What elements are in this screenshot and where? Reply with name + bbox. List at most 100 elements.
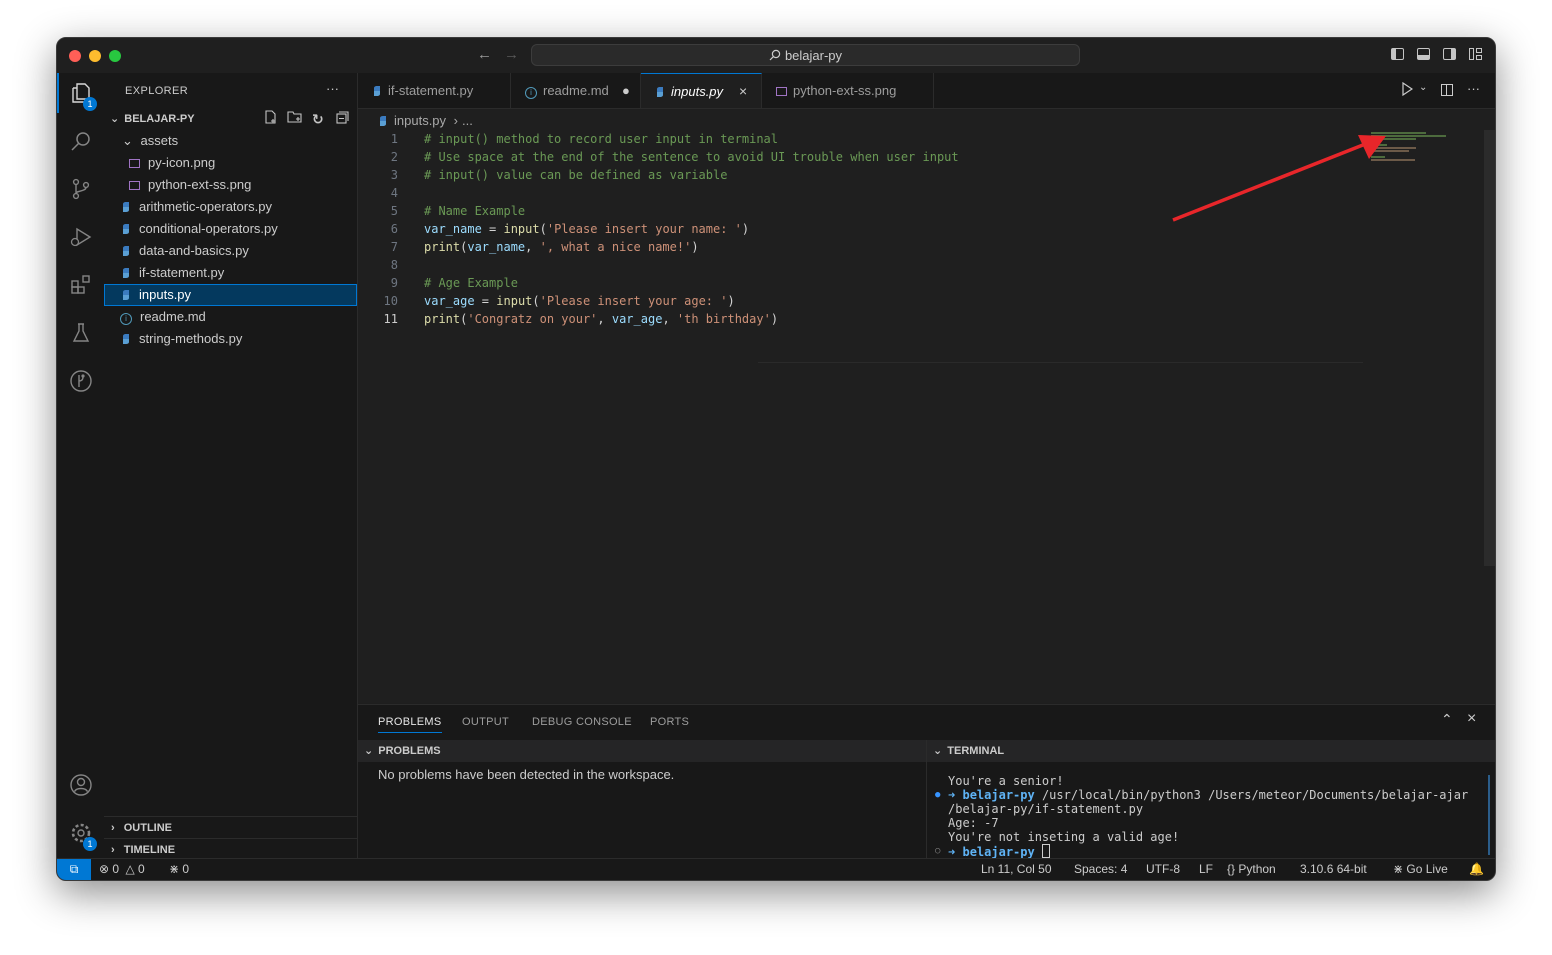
indentation[interactable]: Spaces: 4 — [1074, 859, 1127, 880]
collapse-all-icon[interactable] — [336, 108, 349, 130]
tab-readme[interactable]: i readme.md ● — [511, 73, 641, 108]
go-live-button[interactable]: ⋇ Go Live — [1393, 859, 1448, 880]
tree-item-data-and-basics[interactable]: data-and-basics.py — [104, 240, 357, 262]
tree-item-string-methods[interactable]: string-methods.py — [104, 328, 357, 350]
editor-scrollbar[interactable] — [1484, 130, 1495, 566]
encoding[interactable]: UTF-8 — [1146, 859, 1180, 880]
command-success-dot-icon[interactable]: ● — [935, 788, 940, 802]
tree-item-readme[interactable]: i readme.md — [104, 306, 357, 328]
tree-item-python-ext-ss-png[interactable]: python-ext-ss.png — [104, 174, 357, 196]
timeline-label: TIMELINE — [123, 844, 176, 856]
problems-header[interactable]: ⌄ PROBLEMS — [358, 740, 926, 762]
terminal-output[interactable]: You're a senior! ● ➜ belajar-py /usr/local… — [935, 774, 1469, 859]
breadcrumb-file[interactable]: inputs.py — [394, 113, 446, 128]
refresh-icon[interactable]: ↻ — [312, 108, 324, 130]
code-editor[interactable]: inputs.py ›... 1 # input() method to reco… — [358, 109, 1495, 703]
panel-tab-problems[interactable]: PROBLEMS — [378, 716, 442, 733]
panel-tab-output[interactable]: OUTPUT — [462, 716, 509, 728]
extensions-icon[interactable] — [57, 265, 104, 305]
terminal-header-label: TERMINAL — [947, 745, 1005, 757]
terminal-text: /usr/local/bin/python3 /Users/meteor/Doc… — [1034, 788, 1469, 802]
tree-item-arithmetic-operators[interactable]: arithmetic-operators.py — [104, 196, 357, 218]
back-arrow-icon[interactable]: ← — [477, 46, 492, 63]
end-of-line[interactable]: LF — [1199, 859, 1213, 880]
chevron-right-icon: › — [111, 844, 115, 856]
search-icon[interactable] — [57, 121, 104, 161]
tab-python-ext-ss[interactable]: python-ext-ss.png — [762, 73, 934, 108]
remote-indicator-icon[interactable]: ⧉ — [57, 859, 91, 880]
image-file-icon — [129, 159, 140, 168]
new-file-icon[interactable] — [263, 108, 277, 130]
maximize-window-button[interactable] — [109, 50, 121, 62]
python-interpreter[interactable]: 3.10.6 64-bit — [1300, 859, 1367, 880]
cursor-position[interactable]: Ln 11, Col 50 — [981, 859, 1052, 880]
current-line-highlight — [758, 362, 1363, 363]
problems-status[interactable]: ⊗ 0 △ 0 — [99, 859, 145, 880]
terminal-header[interactable]: ⌄ TERMINAL — [927, 740, 1495, 762]
python-file-icon — [123, 246, 129, 256]
python-file-icon — [123, 290, 129, 300]
explorer-icon[interactable]: 1 — [57, 73, 104, 113]
run-debug-icon[interactable] — [57, 217, 104, 257]
breadcrumb-symbol[interactable]: ... — [462, 113, 473, 128]
language-mode[interactable]: {} Python — [1227, 859, 1276, 880]
ports-status[interactable]: ⋇ 0 — [169, 859, 189, 880]
problems-message: No problems have been detected in the wo… — [378, 767, 675, 782]
unsaved-dot-icon[interactable]: ● — [622, 73, 630, 108]
tab-if-statement[interactable]: if-statement.py — [358, 73, 511, 108]
chevron-down-icon: ⌄ — [110, 113, 120, 125]
source-control-icon[interactable] — [57, 169, 104, 209]
tree-item-conditional-operators[interactable]: conditional-operators.py — [104, 218, 357, 240]
project-section-header[interactable]: ⌄ BELAJAR-PY ↻ — [104, 108, 357, 130]
git-graph-icon[interactable] — [57, 361, 104, 401]
command-pending-dot-icon[interactable]: ○ — [935, 844, 940, 858]
customize-layout-icon[interactable] — [1469, 48, 1482, 60]
terminal-text: Age: -7 — [948, 816, 999, 830]
explorer-more-actions-icon[interactable]: ··· — [326, 81, 339, 96]
tree-item-label: py-icon.png — [148, 155, 216, 170]
toggle-panel-icon[interactable] — [1417, 48, 1430, 60]
terminal-line: ○ ➜ belajar-py — [935, 844, 1468, 859]
tree-item-label: data-and-basics.py — [139, 243, 249, 258]
tree-item-inputs[interactable]: inputs.py — [104, 284, 357, 306]
close-window-button[interactable] — [69, 50, 81, 62]
toggle-primary-sidebar-icon[interactable] — [1391, 48, 1404, 60]
maximize-panel-chevron-up-icon[interactable]: ⌃ — [1441, 711, 1453, 728]
notifications-bell-icon[interactable]: 🔔 — [1469, 859, 1484, 880]
panel-tab-debug-console[interactable]: DEBUG CONSOLE — [532, 716, 632, 728]
new-folder-icon[interactable] — [287, 108, 303, 130]
run-options-chevron-icon[interactable]: ⌄ — [1419, 82, 1427, 93]
tree-item-label: conditional-operators.py — [139, 221, 278, 236]
tree-item-assets[interactable]: ⌄ assets — [104, 130, 357, 152]
python-file-icon — [380, 116, 386, 126]
outline-section-header[interactable]: › OUTLINE — [104, 816, 357, 839]
tree-item-py-icon-png[interactable]: py-icon.png — [104, 152, 357, 174]
error-count: 0 — [112, 862, 120, 876]
info-icon: i — [525, 87, 537, 99]
line-number: 1 — [390, 132, 398, 146]
annotation-arrow — [1172, 135, 1386, 222]
close-tab-icon[interactable]: × — [739, 74, 747, 109]
manage-gear-icon[interactable]: 1 — [57, 813, 104, 853]
run-python-file-icon[interactable] — [1401, 81, 1414, 101]
forward-arrow-icon[interactable]: → — [504, 46, 519, 63]
panel-tab-ports[interactable]: PORTS — [650, 716, 689, 728]
tree-item-if-statement[interactable]: if-statement.py — [104, 262, 357, 284]
split-editor-icon[interactable] — [1441, 84, 1453, 96]
explorer-badge: 1 — [83, 97, 97, 111]
tab-inputs[interactable]: inputs.py × — [641, 73, 762, 108]
terminal-cursor — [1041, 844, 1050, 858]
accounts-icon[interactable] — [57, 765, 104, 805]
command-center-search[interactable]: belajar-py — [531, 44, 1080, 66]
minimize-window-button[interactable] — [89, 50, 101, 62]
ports-count: 0 — [182, 862, 190, 876]
testing-flask-icon[interactable] — [57, 313, 104, 353]
close-panel-icon[interactable]: × — [1467, 710, 1476, 728]
python-file-icon — [657, 87, 663, 97]
tab-label: readme.md — [543, 83, 609, 98]
editor-more-actions-icon[interactable]: ··· — [1467, 81, 1480, 96]
vscode-window: ← → belajar-py 1 1 EXPLORER ··· ⌄ BELAJA… — [56, 37, 1496, 881]
python-file-icon — [123, 268, 129, 278]
toggle-secondary-sidebar-icon[interactable] — [1443, 48, 1456, 60]
tree-item-label: string-methods.py — [139, 331, 243, 346]
